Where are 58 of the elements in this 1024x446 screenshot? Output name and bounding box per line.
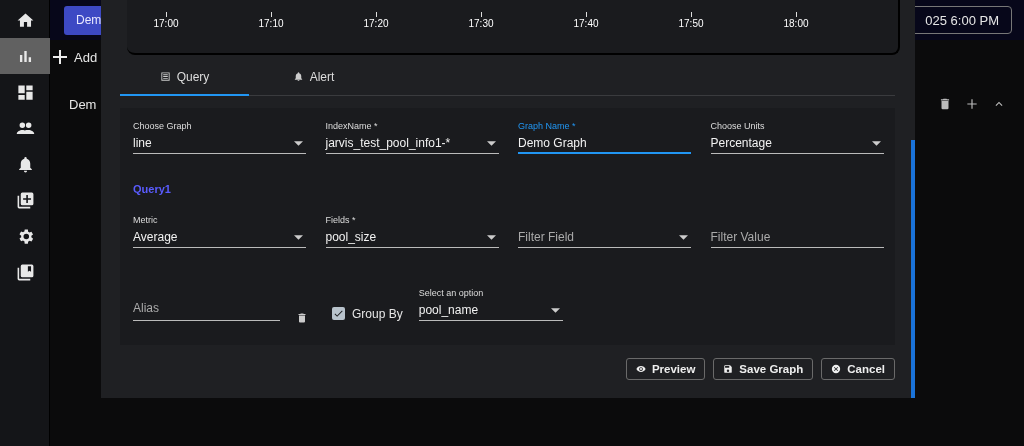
field-label: Choose Graph	[133, 121, 193, 133]
axis-tick-label: 18:00	[783, 18, 809, 29]
delete-icon[interactable]	[296, 312, 308, 324]
action-button[interactable]: Save Graph	[713, 358, 814, 380]
cancel-icon	[831, 364, 842, 374]
dropdown-caret-icon	[486, 234, 496, 240]
tick-mark	[480, 12, 482, 17]
tick-mark	[795, 12, 797, 17]
dialog-tab[interactable]: Query	[120, 59, 249, 96]
panel-title: Dem	[69, 96, 97, 112]
field-label: Choose Units	[710, 121, 766, 133]
tick-mark	[585, 12, 587, 17]
dropdown-caret-icon	[294, 140, 303, 146]
dropdown-caret-icon	[486, 140, 496, 146]
axis-tick-label: 17:40	[573, 18, 599, 29]
action-button[interactable]: Cancel	[821, 358, 895, 380]
axis-tick-label: 17:20	[363, 18, 389, 29]
dropdown-caret-icon	[679, 234, 688, 240]
axis-tick-label: 17:50	[678, 18, 704, 29]
bell-icon	[292, 71, 304, 82]
eye-icon	[635, 364, 646, 374]
dropdown-caret-icon	[871, 140, 881, 146]
add-panel-link[interactable]: Add	[74, 49, 98, 65]
input-field[interactable]: Filter Value	[710, 215, 884, 248]
checkbox[interactable]	[332, 307, 345, 320]
tick-mark	[165, 12, 167, 17]
checkbox-label: Group By	[352, 307, 403, 321]
field-label: Graph Name *	[518, 121, 577, 133]
select-field[interactable]: Select an option pool_name	[418, 288, 563, 321]
axis-tick-label: 17:00	[153, 18, 179, 29]
delete-icon[interactable]	[938, 97, 952, 111]
dialog-tab[interactable]: Alert	[249, 59, 378, 96]
action-button[interactable]: Preview	[625, 358, 706, 380]
list-icon	[159, 71, 171, 82]
select-field[interactable]: Filter Field	[518, 215, 691, 248]
axis-tick-label: 17:30	[468, 18, 494, 29]
select-field[interactable]: Fields * pool_size	[325, 215, 499, 248]
select-field[interactable]: Choose Units Percentage	[710, 121, 884, 154]
tick-mark	[690, 12, 692, 17]
field-label: Metric	[133, 215, 159, 227]
dropdown-caret-icon	[294, 234, 303, 240]
field-label: IndexName *	[325, 121, 379, 133]
input-field[interactable]: Graph Name * Demo Graph	[518, 121, 691, 154]
save-icon	[723, 364, 734, 374]
field-label: Fields *	[325, 215, 357, 227]
axis-tick-label: 17:10	[258, 18, 284, 29]
select-field[interactable]: Choose Graph line	[133, 121, 306, 154]
dropdown-caret-icon	[550, 307, 560, 313]
plus-icon	[53, 50, 67, 64]
query-title: Query1	[133, 183, 172, 195]
plus-icon[interactable]	[965, 97, 979, 111]
select-field[interactable]: Metric Average	[133, 215, 306, 248]
tick-mark	[375, 12, 377, 17]
field-label: Select an option	[418, 288, 485, 300]
scrollbar[interactable]	[911, 140, 915, 398]
select-field[interactable]: IndexName * jarvis_test_pool_info1-*	[325, 121, 499, 154]
input-field[interactable]: Alias	[133, 298, 280, 321]
tick-mark	[270, 12, 272, 17]
